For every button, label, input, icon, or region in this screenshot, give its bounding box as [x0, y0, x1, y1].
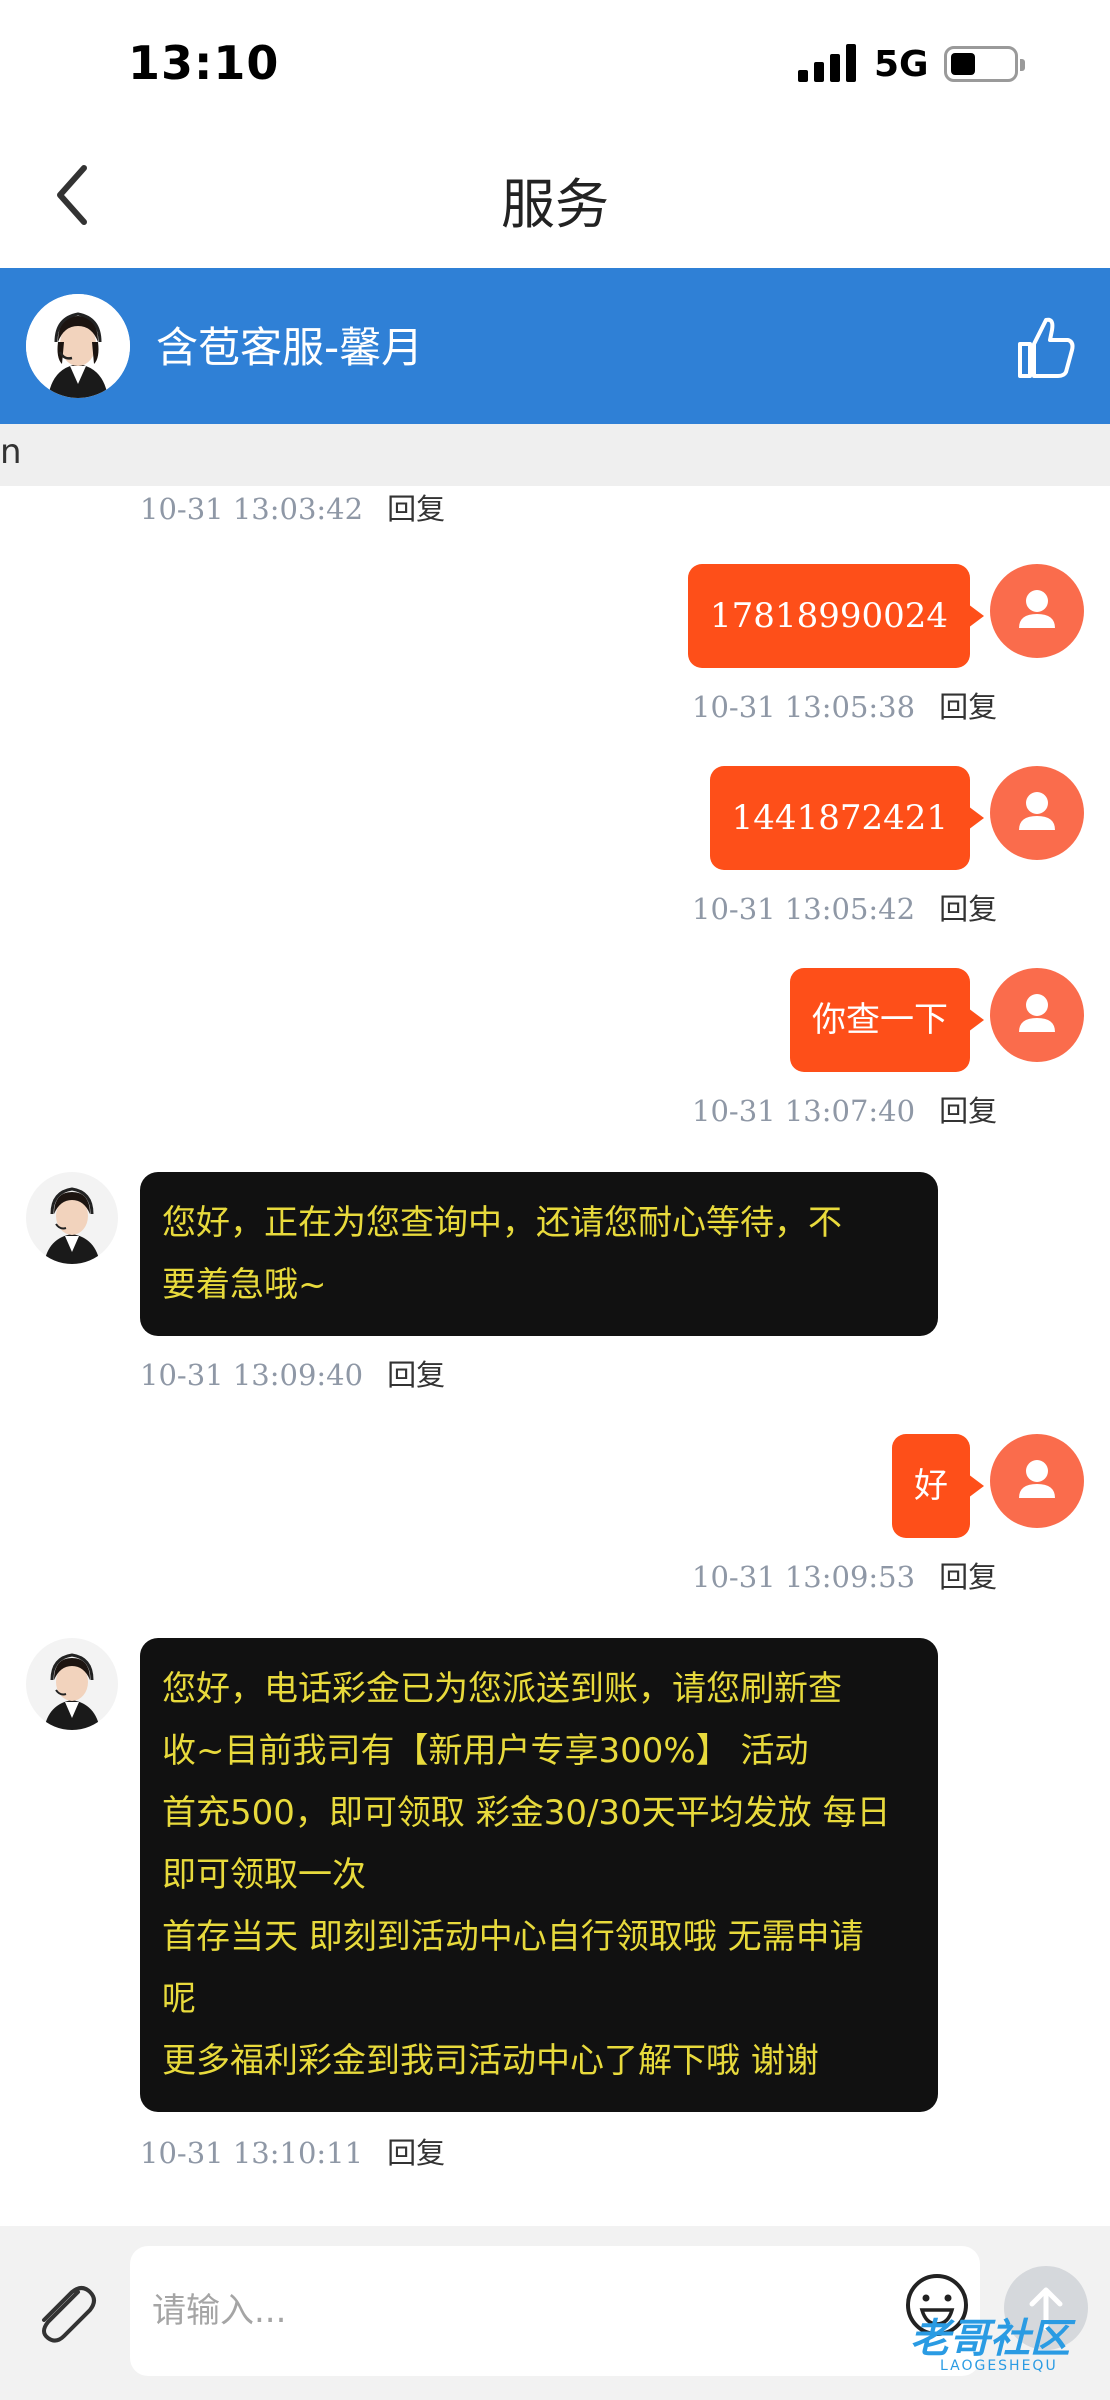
message-line: 首存当天 即刻到活动中心自行领取哦 无需申请 — [162, 1917, 864, 1957]
message-time: 10-31 13:05:38 — [692, 690, 916, 724]
user-avatar[interactable] — [990, 968, 1084, 1062]
message-line: 收~目前我司有【新用户专享300%】 活动 — [162, 1731, 809, 1771]
nav-bar: 服务 — [0, 130, 1110, 268]
message-meta: 10-31 13:10:11 回复 — [140, 2130, 445, 2172]
user-message-bubble[interactable]: 好 — [892, 1434, 984, 1538]
message-time: 10-31 13:09:53 — [692, 1560, 916, 1594]
thumb-up-icon[interactable] — [1016, 312, 1076, 380]
page-title: 服务 — [501, 173, 609, 236]
user-avatar[interactable] — [990, 564, 1084, 658]
battery-icon — [944, 46, 1025, 82]
watermark-subtext: LAOGESHEQU — [940, 2358, 1058, 2374]
message-meta: 10-31 13:05:42 回复 — [692, 886, 997, 928]
user-message-bubble[interactable]: 1441872421 — [709, 766, 985, 870]
agent-header: 含苞客服-馨月 — [0, 268, 1110, 424]
message-time: 10-31 13:05:42 — [692, 892, 916, 926]
reply-button[interactable]: 回复 — [387, 492, 445, 526]
chat-area[interactable]: 10-31 13:03:42 回复 17818990024 10-31 13:05… — [0, 486, 1110, 2226]
reply-button[interactable]: 回复 — [939, 690, 997, 724]
message-line: 您好，电话彩金已为您派送到账，请您刷新查 — [162, 1669, 842, 1709]
reply-button[interactable]: 回复 — [939, 1560, 997, 1594]
signal-icon — [798, 44, 858, 82]
watermark-text: 老哥社区 — [910, 2316, 1070, 2362]
reply-button[interactable]: 回复 — [939, 1094, 997, 1128]
user-message-bubble[interactable]: 17818990024 — [688, 564, 984, 668]
user-avatar[interactable] — [990, 766, 1084, 860]
notice-text: n — [0, 432, 22, 472]
message-meta: 10-31 13:09:53 回复 — [692, 1554, 997, 1596]
agent-message-bubble[interactable]: 您好，正在为您查询中，还请您耐心等待，不 要着急哦~ — [140, 1172, 938, 1336]
message-line: 呢 — [162, 1979, 196, 2019]
message-meta: 10-31 13:07:40 回复 — [692, 1088, 997, 1130]
message-time: 10-31 13:10:11 — [140, 2136, 364, 2170]
message-line: 即可领取一次 — [162, 1855, 366, 1895]
message-line: 更多福利彩金到我司活动中心了解下哦 谢谢 — [162, 2041, 819, 2081]
watermark-logo: 老哥社区 LAOGESHEQU — [870, 2306, 1100, 2396]
agent-name: 含苞客服-馨月 — [156, 323, 424, 372]
message-time: 10-31 13:09:40 — [140, 1358, 364, 1392]
message-time: 10-31 13:07:40 — [692, 1094, 916, 1128]
paperclip-icon[interactable] — [30, 2276, 100, 2348]
agent-avatar[interactable] — [26, 1172, 118, 1264]
network-label: 5G — [874, 44, 929, 85]
input-bar: 老哥社区 LAOGESHEQU — [0, 2226, 1110, 2400]
agent-message-bubble[interactable]: 您好，电话彩金已为您派送到账，请您刷新查 收~目前我司有【新用户专享300%】 … — [140, 1638, 938, 2112]
message-line: 要着急哦~ — [162, 1265, 327, 1305]
user-avatar[interactable] — [990, 1434, 1084, 1528]
status-bar: 13:10 5G — [0, 0, 1110, 130]
reply-button[interactable]: 回复 — [387, 1358, 445, 1392]
message-line: 您好，正在为您查询中，还请您耐心等待，不 — [162, 1203, 842, 1243]
status-time: 13:10 — [128, 36, 280, 90]
reply-button[interactable]: 回复 — [387, 2136, 445, 2170]
message-time: 10-31 13:03:42 — [140, 492, 364, 526]
message-meta: 10-31 13:09:40 回复 — [140, 1352, 445, 1394]
user-message-bubble[interactable]: 你查一下 — [790, 968, 984, 1072]
agent-avatar[interactable] — [26, 1638, 118, 1730]
notice-strip: n — [0, 424, 1110, 486]
reply-button[interactable]: 回复 — [939, 892, 997, 926]
message-line: 首充500，即可领取 彩金30/30天平均发放 每日 — [162, 1793, 891, 1833]
agent-avatar[interactable] — [26, 294, 130, 398]
message-meta: 10-31 13:05:38 回复 — [692, 684, 997, 726]
message-meta: 10-31 13:03:42 回复 — [140, 486, 445, 528]
message-input[interactable] — [130, 2246, 980, 2376]
